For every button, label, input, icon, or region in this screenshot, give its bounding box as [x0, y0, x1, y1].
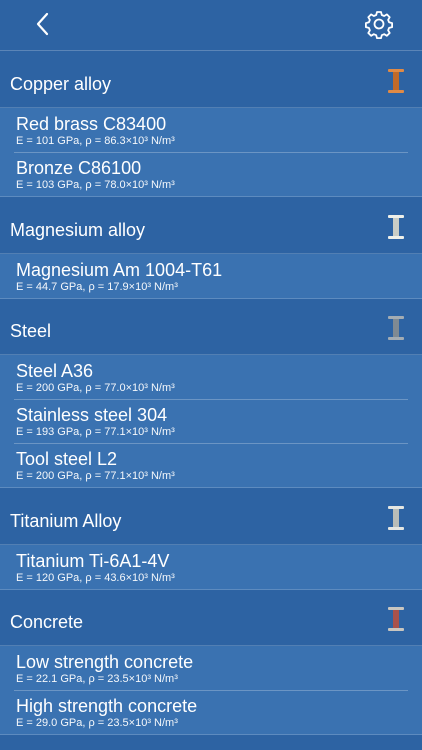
material-properties: E = 44.7 GPa, ρ = 17.9×10³ N/m³ — [16, 281, 178, 293]
chevron-left-icon — [36, 12, 49, 36]
list-item[interactable]: Bronze C86100 E = 103 GPa, ρ = 78.0×10³ … — [0, 152, 422, 196]
material-properties: E = 29.0 GPa, ρ = 23.5×10³ N/m³ — [16, 717, 178, 729]
material-name: Bronze C86100 — [16, 158, 142, 178]
section-header: Copper alloy — [0, 51, 422, 108]
section-titanium-alloy: Titanium Alloy Titanium Ti-6A1-4V E = 12… — [0, 488, 422, 590]
material-properties: E = 103 GPa, ρ = 78.0×10³ N/m³ — [16, 179, 175, 191]
titanium-beam-icon — [388, 506, 404, 530]
list-item[interactable]: Tool steel L2 E = 200 GPa, ρ = 77.1×10³ … — [0, 443, 422, 487]
material-properties: E = 200 GPa, ρ = 77.0×10³ N/m³ — [16, 382, 175, 394]
material-name: Low strength concrete — [16, 652, 194, 672]
section-title: Concrete — [10, 612, 84, 632]
material-list: Steel A36 E = 200 GPa, ρ = 77.0×10³ N/m³… — [0, 355, 422, 488]
list-item[interactable]: Red brass C83400 E = 101 GPa, ρ = 86.3×1… — [0, 108, 422, 152]
back-button[interactable] — [30, 10, 58, 38]
settings-button[interactable] — [364, 9, 394, 40]
section-copper-alloy: Copper alloy Red brass C83400 E = 101 GP… — [0, 51, 422, 197]
section-magnesium-alloy: Magnesium alloy Magnesium Am 1004-T61 E … — [0, 197, 422, 299]
material-name: Tool steel L2 — [16, 449, 118, 469]
list-item[interactable]: Steel A36 E = 200 GPa, ρ = 77.0×10³ N/m³ — [0, 355, 422, 399]
section-title: Titanium Alloy — [10, 511, 122, 531]
material-name: High strength concrete — [16, 696, 198, 716]
concrete-beam-icon — [388, 607, 404, 631]
material-name: Steel A36 — [16, 361, 94, 381]
section-title: Copper alloy — [10, 74, 112, 94]
material-properties: E = 101 GPa, ρ = 86.3×10³ N/m³ — [16, 135, 175, 147]
material-properties: E = 193 GPa, ρ = 77.1×10³ N/m³ — [16, 426, 175, 438]
section-concrete: Concrete Low strength concrete E = 22.1 … — [0, 589, 422, 735]
steel-beam-icon — [388, 316, 404, 340]
magnesium-beam-icon — [388, 215, 404, 239]
material-properties: E = 22.1 GPa, ρ = 23.5×10³ N/m³ — [16, 673, 178, 685]
section-header: Concrete — [0, 589, 422, 646]
list-item[interactable]: High strength concrete E = 29.0 GPa, ρ =… — [0, 690, 422, 734]
section-header: Magnesium alloy — [0, 197, 422, 254]
list-item[interactable]: Stainless steel 304 E = 193 GPa, ρ = 77.… — [0, 399, 422, 443]
material-properties: E = 120 GPa, ρ = 43.6×10³ N/m³ — [16, 572, 175, 584]
material-list: Titanium Ti-6A1-4V E = 120 GPa, ρ = 43.6… — [0, 545, 422, 590]
list-item[interactable]: Titanium Ti-6A1-4V E = 120 GPa, ρ = 43.6… — [0, 545, 422, 589]
material-list: Low strength concrete E = 22.1 GPa, ρ = … — [0, 646, 422, 735]
list-item[interactable]: Magnesium Am 1004-T61 E = 44.7 GPa, ρ = … — [0, 254, 422, 298]
section-title: Steel — [10, 321, 52, 341]
material-list: Magnesium Am 1004-T61 E = 44.7 GPa, ρ = … — [0, 254, 422, 299]
material-properties: E = 200 GPa, ρ = 77.1×10³ N/m³ — [16, 470, 175, 482]
section-title: Magnesium alloy — [10, 220, 146, 240]
section-header: Steel — [0, 298, 422, 355]
material-name: Stainless steel 304 — [16, 405, 168, 425]
section-header: Titanium Alloy — [0, 488, 422, 545]
material-name: Titanium Ti-6A1-4V — [16, 551, 170, 571]
copper-beam-icon — [388, 69, 404, 93]
material-list: Red brass C83400 E = 101 GPa, ρ = 86.3×1… — [0, 108, 422, 197]
list-item[interactable]: Low strength concrete E = 22.1 GPa, ρ = … — [0, 646, 422, 690]
material-name: Magnesium Am 1004-T61 — [16, 260, 223, 280]
section-steel: Steel Steel A36 E = 200 GPa, ρ = 77.0×10… — [0, 298, 422, 488]
gear-icon — [365, 11, 393, 40]
nav-bar — [0, 0, 422, 51]
material-name: Red brass C83400 — [16, 114, 167, 134]
